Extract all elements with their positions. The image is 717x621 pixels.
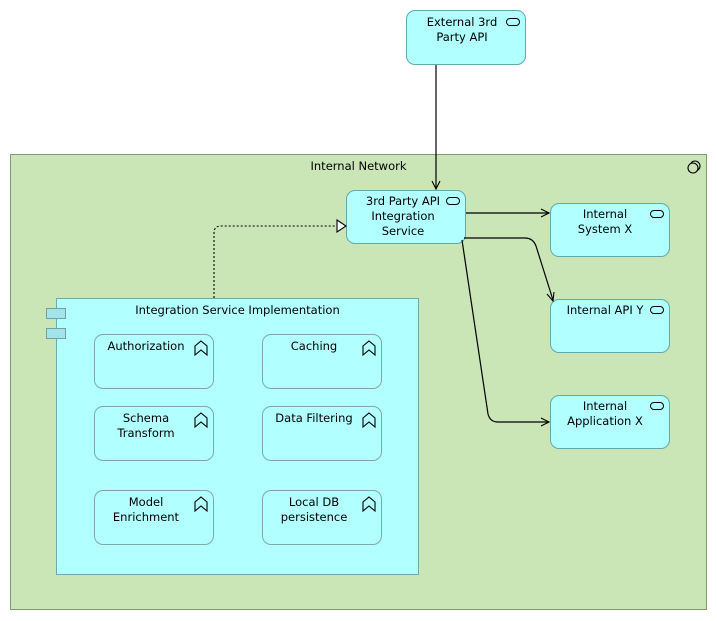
function-label: Authorization	[107, 339, 185, 353]
function-icon	[362, 412, 376, 428]
integration-service[interactable]: 3rd Party API Integration Service	[346, 190, 466, 244]
component-icon	[46, 308, 66, 319]
service-icon	[446, 197, 460, 205]
function-schema-transform[interactable]: Schema Transform	[94, 406, 214, 461]
function-icon	[194, 340, 208, 356]
service-icon	[650, 402, 664, 410]
service-icon	[650, 210, 664, 218]
function-label: Schema Transform	[117, 411, 175, 440]
function-icon	[194, 496, 208, 512]
internal-api-y-service[interactable]: Internal API Y	[550, 299, 670, 353]
function-local-db-persistence[interactable]: Local DB persistence	[262, 490, 382, 545]
internal-application-x-label: Internal Application X	[567, 399, 643, 428]
function-label: Caching	[290, 339, 338, 353]
internal-system-x-service[interactable]: Internal System X	[550, 203, 670, 257]
integration-component-label: Integration Service Implementation	[135, 303, 340, 317]
internal-network-label: Internal Network	[310, 159, 407, 173]
internal-api-y-label: Internal API Y	[566, 303, 644, 317]
external-api-service[interactable]: External 3rd Party API	[406, 10, 526, 65]
service-icon	[650, 306, 664, 314]
function-icon	[362, 340, 376, 356]
function-data-filtering[interactable]: Data Filtering	[262, 406, 382, 461]
function-icon	[362, 496, 376, 512]
integration-service-label: 3rd Party API Integration Service	[365, 194, 441, 238]
network-node-icon	[687, 160, 701, 174]
internal-application-x-service[interactable]: Internal Application X	[550, 395, 670, 449]
function-caching[interactable]: Caching	[262, 334, 382, 389]
internal-system-x-label: Internal System X	[577, 207, 633, 236]
service-icon	[506, 18, 520, 26]
component-icon	[46, 328, 66, 339]
function-icon	[194, 412, 208, 428]
function-label: Model Enrichment	[112, 495, 180, 524]
function-authorization[interactable]: Authorization	[94, 334, 214, 389]
external-api-label: External 3rd Party API	[426, 15, 498, 44]
function-label: Local DB persistence	[280, 495, 348, 524]
function-model-enrichment[interactable]: Model Enrichment	[94, 490, 214, 545]
function-label: Data Filtering	[275, 411, 353, 425]
